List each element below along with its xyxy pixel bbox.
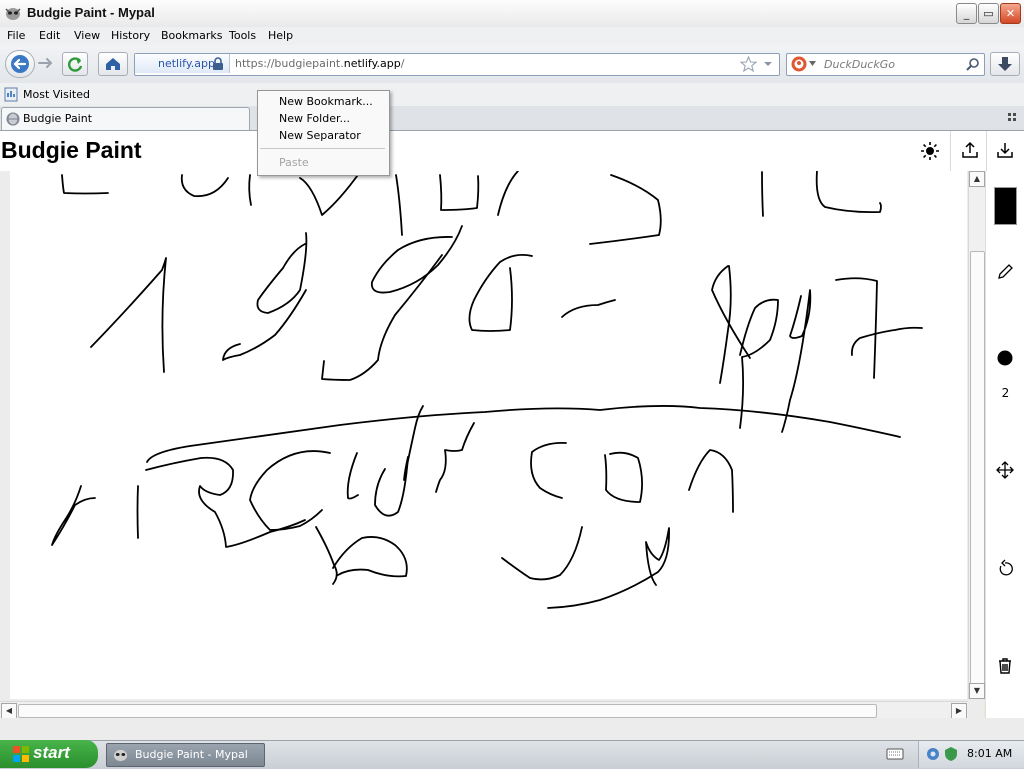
brush-size-value: 2 [1001,386,1010,400]
context-new-separator[interactable]: New Separator [279,129,361,142]
reload-button[interactable] [62,52,88,76]
url-bar[interactable] [134,53,780,76]
scroll-right-button[interactable]: ▶ [951,703,967,719]
pencil-icon[interactable] [995,262,1015,282]
identity-label: netlify.app [158,57,215,70]
trash-icon[interactable] [995,656,1015,676]
most-visited-bookmark[interactable]: Most Visited [23,88,90,101]
most-visited-icon [4,87,18,102]
close-button[interactable]: ✕ [1000,3,1021,24]
window-title: Budgie Paint - Mypal [27,5,155,20]
vertical-scroll-thumb[interactable] [970,251,985,685]
taskbar-window-label: Budgie Paint - Mypal [135,748,248,761]
tab-budgie-paint[interactable]: Budgie Paint [1,107,250,130]
taskbar-window-button[interactable]: Budgie Paint - Mypal [106,743,265,767]
reload-icon [68,57,83,72]
context-paste: Paste [279,156,309,169]
menu-bookmarks[interactable]: Bookmarks [161,29,222,42]
home-button[interactable] [98,52,128,76]
forward-button[interactable] [35,53,57,73]
duckduckgo-icon[interactable] [791,56,807,72]
theme-sun-icon[interactable] [920,141,940,161]
search-engine-dropdown-icon[interactable] [809,61,816,66]
url-domain: netlify.app [343,57,401,70]
context-new-folder[interactable]: New Folder... [279,112,350,125]
brush-size-dot[interactable] [995,348,1015,368]
scroll-left-button[interactable]: ◀ [1,703,17,719]
undo-icon[interactable] [995,559,1015,579]
lock-icon [213,57,223,70]
start-label: start [33,743,70,762]
url-text: https://budgiepaint.netlify.app/ [235,57,404,70]
app-header [0,131,1024,172]
move-icon[interactable] [995,460,1015,480]
bookmarks-toolbar: Most Visited [0,83,1024,106]
handwritten-strokes [51,171,923,609]
downloads-button[interactable] [990,52,1020,76]
menu-tools[interactable]: Tools [229,29,256,42]
security-shield-icon[interactable] [943,746,959,762]
vertical-scrollbar[interactable]: ▲ ▼ [968,171,985,699]
context-divider [260,148,385,149]
back-button[interactable] [5,50,35,78]
menu-file[interactable]: File [7,29,25,42]
color-swatch[interactable] [994,187,1017,225]
window-title-bar: Budgie Paint - Mypal _ ▭ ✕ [0,0,1024,28]
system-tray: 8:01 AM [918,741,1024,768]
network-icon[interactable] [925,746,941,762]
horizontal-scrollbar[interactable]: ◀ ▶ [0,701,968,719]
start-button[interactable]: start [0,740,98,768]
header-divider [950,131,951,171]
windows-logo-icon [13,746,29,762]
forward-arrow-icon [38,58,53,68]
download-arrow-icon [998,57,1012,71]
horizontal-scroll-thumb[interactable] [18,704,877,718]
search-bar[interactable]: DuckDuckGo [786,53,985,76]
mypal-taskbar-icon [113,749,128,762]
keyboard-icon[interactable] [886,746,904,762]
tool-panel: 2 [985,171,1024,718]
tab-grid-icon[interactable] [1007,112,1019,124]
globe-icon [6,112,20,126]
back-arrow-icon [11,55,29,73]
clock: 8:01 AM [967,747,1013,760]
url-suffix: / [400,57,405,70]
search-placeholder: DuckDuckGo [824,58,895,71]
menu-bar: File Edit View History Bookmarks Tools H… [0,27,1024,45]
url-prefix: https://budgiepaint. [235,57,344,70]
context-new-bookmark[interactable]: New Bookmark... [279,95,373,108]
site-identity-box[interactable]: netlify.app [135,54,230,73]
bookmark-star-icon[interactable] [740,56,757,72]
scroll-down-button[interactable]: ▼ [969,683,985,699]
upload-icon[interactable] [960,140,980,160]
maximize-button[interactable]: ▭ [978,3,999,24]
status-area [0,718,1024,740]
menu-edit[interactable]: Edit [39,29,60,42]
bookmarks-context-menu: New Bookmark... New Folder... New Separa… [257,90,390,176]
home-icon [106,58,120,70]
tab-label: Budgie Paint [23,112,93,125]
url-dropdown-icon[interactable] [762,59,774,69]
minimize-button[interactable]: _ [956,3,977,24]
header-divider [986,131,987,171]
menu-history[interactable]: History [111,29,150,42]
app-title: Budgie Paint [1,137,142,163]
menu-help[interactable]: Help [268,29,293,42]
menu-view[interactable]: View [74,29,100,42]
drawing-canvas[interactable] [10,171,967,699]
scroll-up-button[interactable]: ▲ [969,171,985,187]
search-icon[interactable] [965,57,980,72]
download-icon[interactable] [995,140,1015,160]
mypal-logo-icon [5,8,21,20]
